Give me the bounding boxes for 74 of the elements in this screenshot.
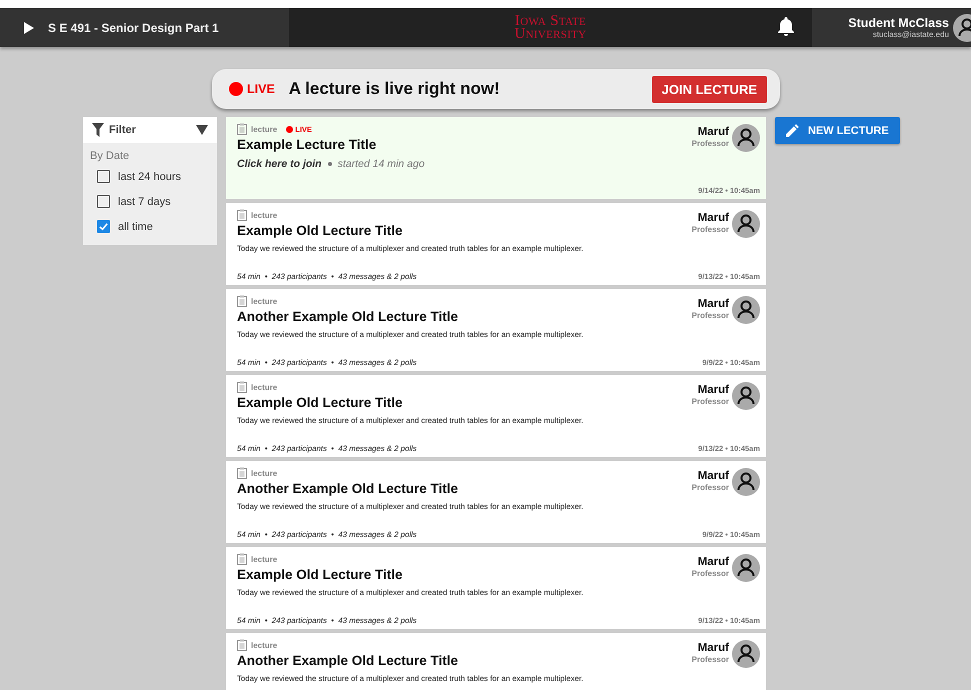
live-dot-icon bbox=[286, 126, 294, 132]
option-label: last 7 days bbox=[118, 196, 171, 208]
clipboard-icon bbox=[237, 553, 247, 565]
pencil-icon bbox=[786, 124, 799, 137]
avatar-icon bbox=[732, 640, 760, 668]
lecture-tag: lecture bbox=[251, 640, 278, 650]
author-role: Professor bbox=[692, 568, 729, 579]
play-icon[interactable] bbox=[24, 22, 34, 34]
filter-icon bbox=[92, 123, 104, 137]
avatar-icon bbox=[732, 468, 760, 496]
lecture-tag: lecture bbox=[251, 124, 278, 134]
checkbox[interactable] bbox=[97, 170, 110, 183]
lecture-card[interactable] bbox=[226, 203, 766, 285]
author-name: Maruf bbox=[698, 213, 729, 224]
bullet-icon bbox=[328, 162, 332, 166]
user-email: stuclass@iastate.edu bbox=[872, 30, 949, 39]
author-role: Professor bbox=[692, 482, 729, 493]
lecture-tag: lecture bbox=[251, 210, 278, 220]
avatar-icon bbox=[732, 382, 760, 410]
filter-title: Filter bbox=[109, 124, 137, 136]
author-name: Maruf bbox=[698, 299, 729, 310]
author-role: Professor bbox=[692, 138, 729, 149]
caret-icon[interactable] bbox=[196, 125, 208, 135]
started-time: started 14 min ago bbox=[338, 158, 425, 170]
author-role: Professor bbox=[692, 396, 729, 407]
lecture-tag: lecture bbox=[251, 382, 278, 392]
lecture-card[interactable] bbox=[226, 289, 766, 371]
option-label: last 24 hours bbox=[118, 170, 181, 182]
avatar-icon bbox=[732, 296, 760, 324]
lecture-title: Example Old Lecture Title bbox=[237, 567, 403, 582]
author-name: Maruf bbox=[698, 127, 729, 138]
live-label: LIVE bbox=[247, 82, 275, 96]
clipboard-icon bbox=[237, 467, 247, 479]
join-lecture-button[interactable]: JOIN LECTURE bbox=[652, 76, 767, 102]
author-role: Professor bbox=[692, 310, 729, 321]
author-role: Professor bbox=[692, 224, 729, 235]
clipboard-icon bbox=[237, 123, 247, 135]
university-logo-text: University bbox=[514, 28, 586, 40]
lecture-title: Example Lecture Title bbox=[237, 137, 376, 152]
section-label: By Date bbox=[89, 149, 130, 164]
lecture-title: Another Example Old Lecture Title bbox=[237, 309, 458, 324]
clipboard-icon bbox=[237, 209, 247, 221]
checkbox[interactable] bbox=[97, 220, 110, 233]
avatar-icon bbox=[732, 554, 760, 582]
lecture-title: Another Example Old Lecture Title bbox=[237, 481, 458, 496]
new-lecture-button[interactable]: NEW LECTURE bbox=[775, 117, 900, 144]
avatar-icon bbox=[732, 124, 760, 152]
author-name: Maruf bbox=[698, 643, 729, 654]
option-label: all time bbox=[118, 220, 153, 232]
author-name: Maruf bbox=[698, 385, 729, 396]
lecture-title: Another Example Old Lecture Title bbox=[237, 653, 458, 668]
checkbox[interactable] bbox=[97, 195, 110, 208]
lecture-card[interactable] bbox=[226, 375, 766, 457]
lecture-tag: lecture bbox=[251, 296, 278, 306]
author-name: Maruf bbox=[698, 557, 729, 568]
lecture-tag: lecture bbox=[251, 554, 278, 564]
avatar-icon bbox=[732, 210, 760, 238]
university-logo-text: Iowa State bbox=[514, 14, 586, 28]
author-name: Maruf bbox=[698, 471, 729, 482]
clipboard-icon bbox=[237, 381, 247, 393]
filter-header[interactable]: Filter bbox=[83, 117, 217, 143]
lecture-card[interactable] bbox=[226, 547, 766, 629]
live-dot-icon bbox=[229, 82, 243, 96]
lecture-card[interactable] bbox=[226, 461, 766, 543]
lecture-tag: lecture bbox=[251, 468, 278, 478]
lecture-title: Example Old Lecture Title bbox=[237, 395, 403, 410]
banner-message: A lecture is live right now! bbox=[288, 79, 501, 99]
join-link[interactable]: Click here to join bbox=[237, 158, 322, 170]
lecture-title: Example Old Lecture Title bbox=[237, 223, 403, 238]
clipboard-icon bbox=[237, 639, 247, 651]
user-name: Student McClass bbox=[848, 16, 949, 30]
author-role: Professor bbox=[692, 654, 729, 665]
course-title: S E 491 - Senior Design Part 1 bbox=[48, 20, 219, 34]
clipboard-icon bbox=[237, 295, 247, 307]
